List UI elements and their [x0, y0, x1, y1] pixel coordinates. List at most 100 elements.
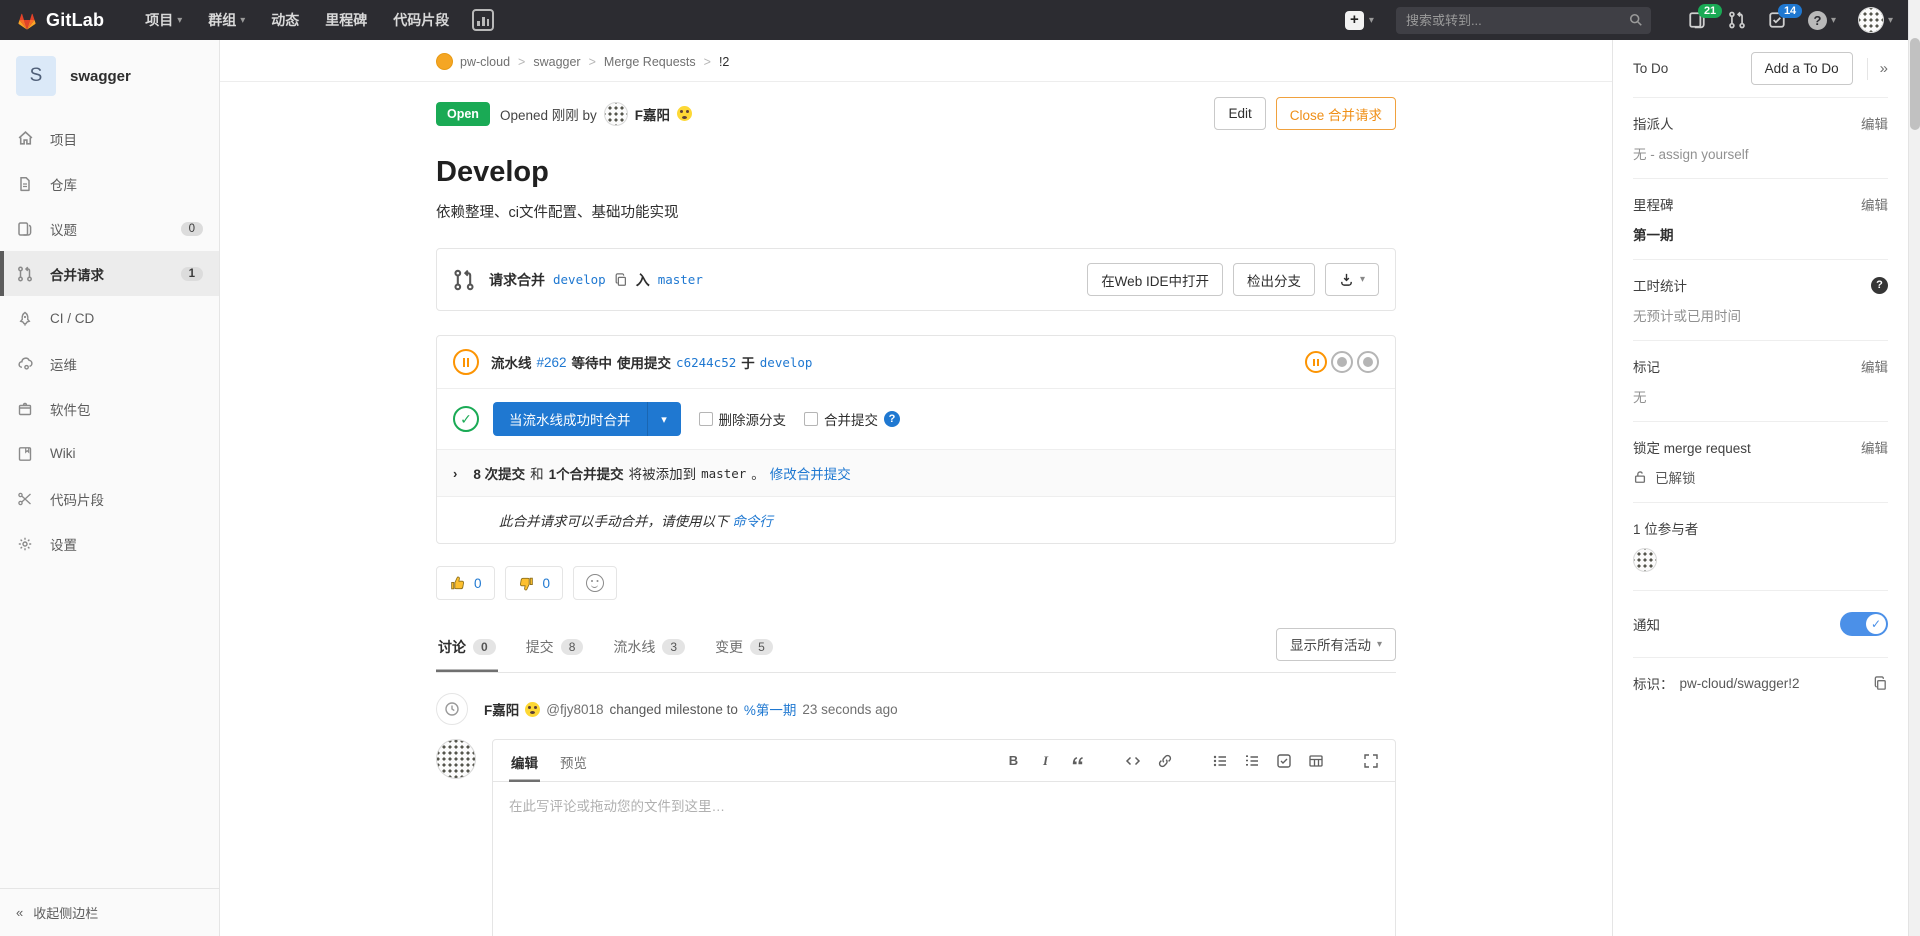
- sidebar-item-packages[interactable]: 软件包: [0, 386, 219, 431]
- breadcrumb-group[interactable]: pw-cloud: [460, 55, 510, 69]
- tab-commits[interactable]: 提交 8: [524, 622, 586, 672]
- page-scrollbar[interactable]: [1908, 0, 1920, 936]
- nav-item-snippets[interactable]: 代码片段: [393, 10, 449, 30]
- author-avatar[interactable]: [604, 102, 628, 126]
- stage-pending-icon[interactable]: [1305, 351, 1327, 373]
- milestone-value[interactable]: 第一期: [1633, 224, 1888, 244]
- merge-options-caret-button[interactable]: ▾: [647, 402, 681, 436]
- squash-help-icon[interactable]: ?: [884, 411, 900, 427]
- gitlab-logo[interactable]: GitLab: [16, 10, 104, 31]
- chevron-down-icon: ▾: [1831, 15, 1836, 26]
- expand-chevron-icon[interactable]: ›: [453, 466, 457, 481]
- sidebar-item-repository[interactable]: 仓库: [0, 161, 219, 206]
- labels-edit-link[interactable]: 编辑: [1861, 356, 1888, 376]
- tab-changes[interactable]: 变更 5: [713, 622, 775, 672]
- comment-input[interactable]: 在此写评论或拖动您的文件到这里…: [493, 782, 1395, 936]
- milestone-link[interactable]: %第一期: [744, 699, 797, 719]
- stage-created-icon[interactable]: [1357, 351, 1379, 373]
- assignee-value[interactable]: 无 - assign yourself: [1633, 143, 1888, 163]
- close-mr-button[interactable]: Close 合并请求: [1276, 97, 1396, 130]
- brand-name: GitLab: [46, 10, 104, 31]
- sidebar-item-cicd[interactable]: CI / CD: [0, 296, 219, 341]
- merge-requests-dashboard-button[interactable]: [1728, 11, 1746, 29]
- nav-item-projects[interactable]: 项目▾: [145, 10, 182, 30]
- bullet-list-icon[interactable]: [1211, 752, 1228, 769]
- target-branch-link[interactable]: master: [658, 272, 703, 287]
- milestone-edit-link[interactable]: 编辑: [1861, 194, 1888, 214]
- checkout-branch-button[interactable]: 检出分支: [1233, 263, 1315, 296]
- breadcrumb-merge-requests[interactable]: Merge Requests: [581, 55, 696, 69]
- quote-icon[interactable]: [1069, 752, 1086, 769]
- copy-branch-icon[interactable]: [614, 273, 628, 287]
- stage-created-icon[interactable]: [1331, 351, 1353, 373]
- nav-item-activity[interactable]: 动态: [271, 10, 299, 30]
- editor-tab-preview[interactable]: 预览: [558, 740, 589, 782]
- nav-item-groups[interactable]: 群组▾: [208, 10, 245, 30]
- thumbs-down-button[interactable]: 0: [505, 566, 564, 600]
- checkbox[interactable]: [699, 412, 713, 426]
- smiley-icon: [586, 574, 604, 592]
- help-menu-button[interactable]: ? ▾: [1808, 11, 1836, 30]
- pipeline-number-link[interactable]: #262: [537, 355, 567, 370]
- nav-item-milestones[interactable]: 里程碑: [325, 10, 367, 30]
- author-name[interactable]: F嘉阳: [635, 104, 670, 124]
- scrollbar-thumb[interactable]: [1910, 38, 1920, 130]
- participant-avatar[interactable]: [1633, 548, 1657, 572]
- squash-commits-checkbox[interactable]: 合并提交: [804, 409, 878, 429]
- new-menu-button[interactable]: + ▾: [1345, 11, 1374, 30]
- checkbox[interactable]: [804, 412, 818, 426]
- numbered-list-icon[interactable]: [1243, 752, 1260, 769]
- task-list-icon[interactable]: [1275, 752, 1292, 769]
- stats-chart-icon[interactable]: [472, 9, 494, 31]
- status-badge: Open: [436, 102, 490, 126]
- notifications-toggle[interactable]: ✓: [1840, 612, 1888, 636]
- sidebar-item-merge-requests[interactable]: 合并请求 1: [0, 251, 219, 296]
- pipeline-branch-link[interactable]: develop: [760, 355, 813, 370]
- current-user-avatar: [436, 739, 476, 779]
- italic-icon[interactable]: I: [1037, 752, 1054, 769]
- mr-source-panel: 请求合并 develop 入 master 在Web IDE中打开 检出分支 ▾: [436, 248, 1396, 311]
- remove-source-branch-checkbox[interactable]: 删除源分支: [699, 409, 787, 429]
- commit-sha-link[interactable]: c6244c52: [676, 355, 736, 370]
- add-todo-button[interactable]: Add a To Do: [1751, 52, 1853, 85]
- merge-when-pipeline-succeeds-button[interactable]: 当流水线成功时合并: [493, 402, 647, 436]
- user-menu-button[interactable]: ▾: [1858, 7, 1893, 33]
- sidebar-item-issues[interactable]: 议题 0: [0, 206, 219, 251]
- modify-merge-commit-link[interactable]: 修改合并提交: [770, 463, 851, 483]
- project-context-header[interactable]: S swagger: [0, 40, 219, 116]
- table-icon[interactable]: [1307, 752, 1324, 769]
- time-tracking-help-icon[interactable]: ?: [1871, 277, 1888, 294]
- thumbs-up-button[interactable]: 0: [436, 566, 495, 600]
- fullscreen-icon[interactable]: [1362, 752, 1379, 769]
- sidebar-item-settings[interactable]: 设置: [0, 521, 219, 566]
- todos-button[interactable]: 14: [1768, 11, 1786, 29]
- code-icon[interactable]: [1124, 752, 1141, 769]
- assignee-edit-link[interactable]: 编辑: [1861, 113, 1888, 133]
- activity-filter-dropdown[interactable]: 显示所有活动 ▾: [1276, 628, 1396, 661]
- sidebar-item-wiki[interactable]: Wiki: [0, 431, 219, 476]
- command-line-link[interactable]: 命令行: [732, 514, 773, 529]
- activity-username[interactable]: @fjy8018: [546, 702, 603, 717]
- issues-dashboard-button[interactable]: 21: [1688, 11, 1706, 29]
- sidebar-item-operations[interactable]: 运维: [0, 341, 219, 386]
- download-dropdown-button[interactable]: ▾: [1325, 263, 1379, 296]
- open-web-ide-button[interactable]: 在Web IDE中打开: [1087, 263, 1223, 296]
- collapse-sidebar-icon[interactable]: »: [1880, 60, 1888, 77]
- bold-icon[interactable]: B: [1005, 752, 1022, 769]
- search-input[interactable]: [1396, 7, 1651, 34]
- sidebar-item-snippets[interactable]: 代码片段: [0, 476, 219, 521]
- lock-edit-link[interactable]: 编辑: [1861, 437, 1888, 457]
- copy-reference-icon[interactable]: [1873, 676, 1888, 691]
- collapse-sidebar-button[interactable]: « 收起侧边栏: [0, 888, 219, 936]
- sidebar-item-project[interactable]: 项目: [0, 116, 219, 161]
- source-branch-link[interactable]: develop: [553, 272, 606, 287]
- tab-pipelines[interactable]: 流水线 3: [611, 622, 687, 672]
- tab-discussion[interactable]: 讨论 0: [436, 622, 498, 672]
- edit-button[interactable]: Edit: [1214, 97, 1265, 130]
- pipeline-pending-icon[interactable]: [453, 349, 479, 375]
- link-icon[interactable]: [1156, 752, 1173, 769]
- breadcrumb-project[interactable]: swagger: [510, 55, 581, 69]
- add-reaction-button[interactable]: [573, 566, 617, 600]
- activity-author[interactable]: F嘉阳: [484, 699, 519, 719]
- editor-tab-write[interactable]: 编辑: [509, 740, 540, 782]
